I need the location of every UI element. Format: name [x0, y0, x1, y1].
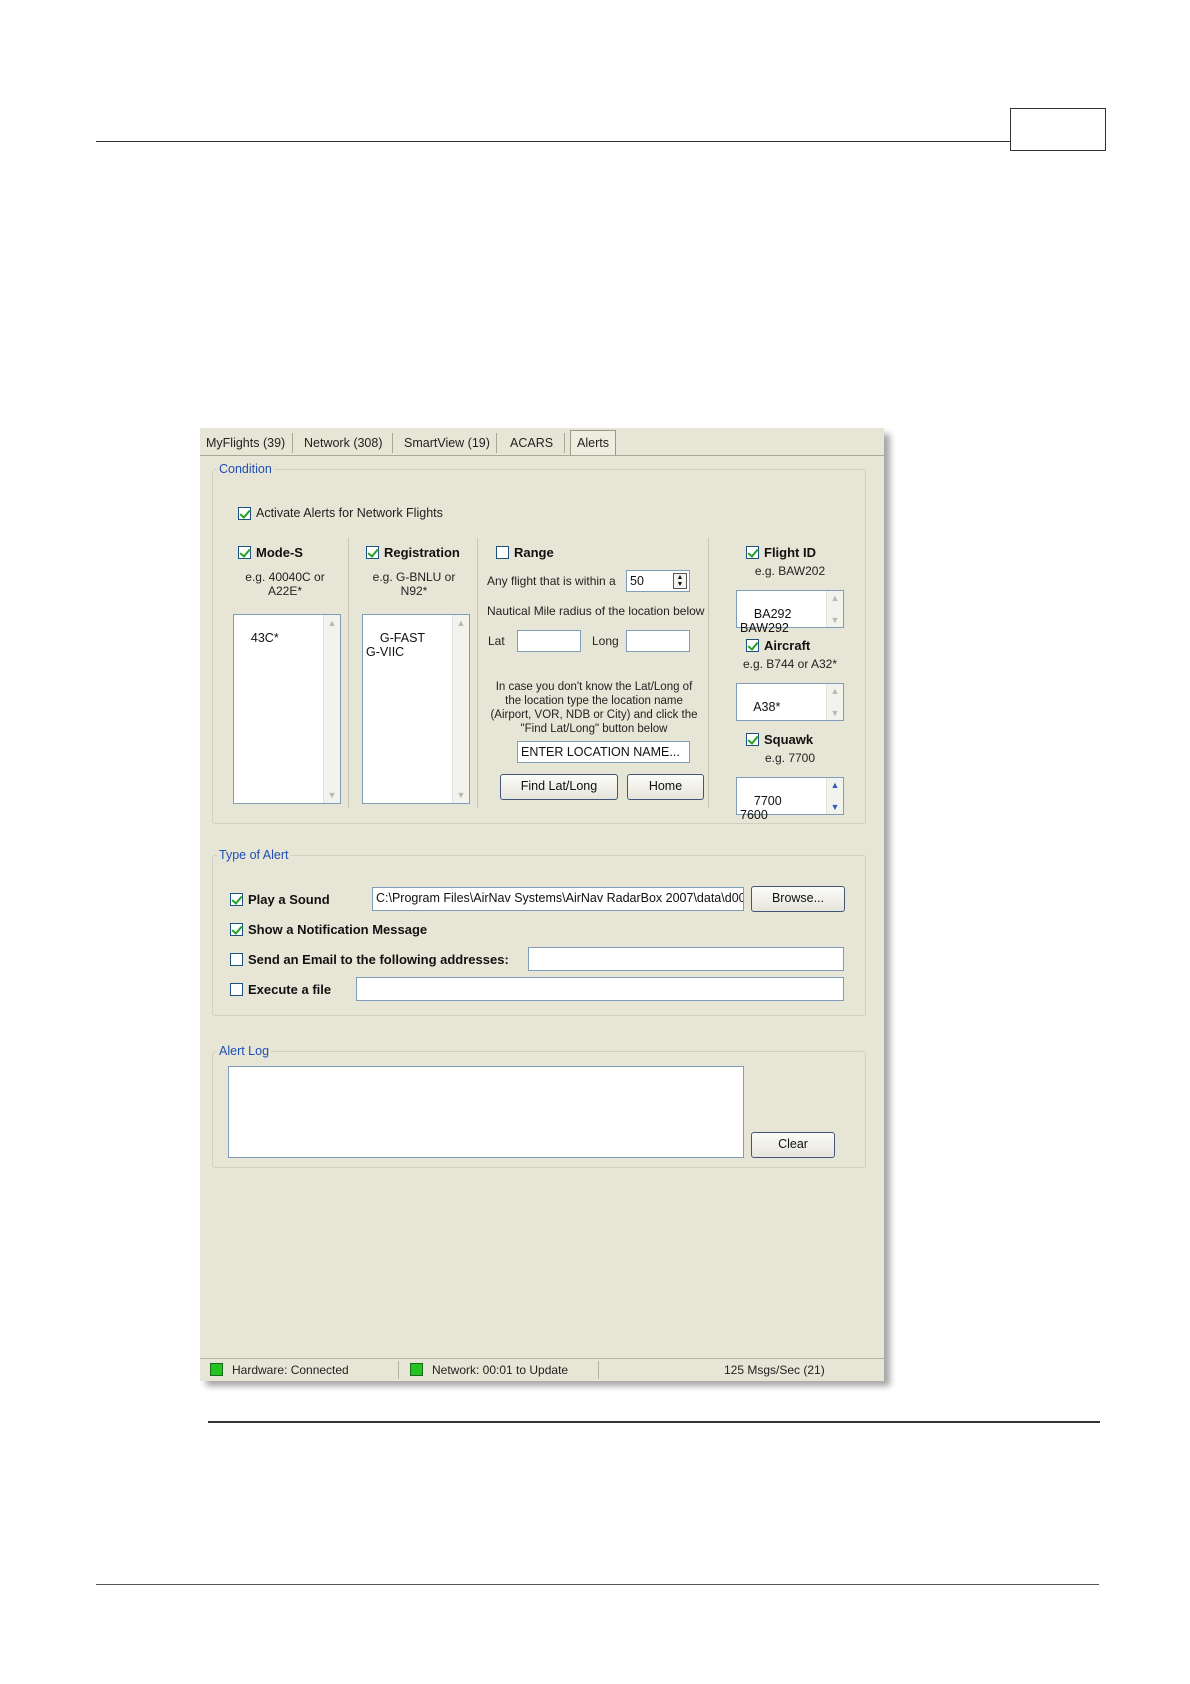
tab-myflights[interactable]: MyFlights (39) — [206, 432, 285, 454]
scroll-down-icon[interactable]: ▼ — [456, 790, 466, 800]
squawk-hint: e.g. 7700 — [764, 751, 816, 765]
play-sound-label: Play a Sound — [248, 892, 330, 907]
alert-log-textarea[interactable] — [228, 1066, 744, 1158]
range-help-text: In case you don't know the Lat/Long of t… — [490, 681, 698, 735]
mode-s-hint: e.g. 40040C or A22E* — [245, 570, 325, 598]
hardware-status: Hardware: Connected — [232, 1363, 349, 1377]
long-label: Long — [592, 634, 619, 648]
status-separator — [598, 1361, 599, 1379]
scroll-down-icon[interactable]: ▼ — [327, 790, 337, 800]
aircraft-list[interactable]: A38* ▲ ▼ — [736, 683, 844, 721]
page-number-box — [1010, 108, 1106, 151]
spinner-arrows-icon[interactable]: ▲ ▼ — [673, 573, 687, 589]
scroll-down-icon[interactable]: ▼ — [830, 615, 840, 625]
long-input[interactable] — [626, 630, 690, 652]
registration-checkbox[interactable] — [366, 546, 379, 559]
scroll-up-icon[interactable]: ▲ — [830, 593, 840, 603]
tab-separator — [292, 433, 293, 453]
header-rule — [96, 141, 1010, 142]
scroll-down-icon[interactable]: ▼ — [830, 708, 840, 718]
lat-input[interactable] — [517, 630, 581, 652]
range-label: Range — [514, 545, 554, 560]
tab-separator — [564, 433, 565, 453]
execute-file-checkbox[interactable] — [230, 983, 243, 996]
execute-file-input[interactable] — [356, 977, 844, 1001]
network-status: Network: 00:01 to Update — [432, 1363, 569, 1377]
section-rule — [208, 1421, 1100, 1423]
aircraft-hint: e.g. B744 or A32* — [742, 657, 838, 671]
aircraft-label: Aircraft — [764, 638, 811, 653]
activate-alerts-checkbox[interactable] — [238, 507, 251, 520]
column-divider — [708, 538, 709, 808]
flight-id-hint: e.g. BAW202 — [754, 564, 826, 578]
scroll-up-icon[interactable]: ▲ — [830, 686, 840, 696]
browse-button[interactable]: Browse... — [751, 886, 845, 912]
network-status-led-icon — [410, 1363, 423, 1376]
clear-log-button[interactable]: Clear — [751, 1132, 835, 1158]
send-email-checkbox[interactable] — [230, 953, 243, 966]
squawk-checkbox[interactable] — [746, 733, 759, 746]
type-of-alert-legend: Type of Alert — [219, 848, 289, 862]
footer-rule — [96, 1584, 1099, 1585]
squawk-list[interactable]: 7700 7600 ▲ ▼ — [736, 777, 844, 822]
send-email-label: Send an Email to the following addresses… — [248, 952, 509, 967]
aircraft-checkbox[interactable] — [746, 639, 759, 652]
alerts-window: MyFlights (39) Network (308) SmartView (… — [200, 428, 884, 1381]
tab-alerts[interactable]: Alerts — [570, 430, 616, 455]
range-checkbox[interactable] — [496, 546, 509, 559]
tab-separator — [496, 433, 497, 453]
status-separator — [398, 1361, 399, 1379]
mode-s-label: Mode-S — [256, 545, 303, 560]
tab-acars[interactable]: ACARS — [510, 432, 553, 454]
activate-alerts-label: Activate Alerts for Network Flights — [256, 506, 443, 520]
tab-separator — [392, 433, 393, 453]
radius-spinner[interactable]: 50 ▲ ▼ — [626, 570, 690, 592]
tab-strip: MyFlights (39) Network (308) SmartView (… — [200, 428, 884, 456]
home-button[interactable]: Home — [627, 774, 704, 800]
hardware-status-led-icon — [210, 1363, 223, 1376]
sound-file-path-input[interactable]: C:\Program Files\AirNav Systems\AirNav R… — [372, 887, 744, 911]
tab-underline — [200, 455, 884, 456]
lat-label: Lat — [488, 634, 505, 648]
scroll-down-icon[interactable]: ▼ — [830, 802, 840, 812]
execute-file-label: Execute a file — [248, 982, 332, 997]
show-notification-checkbox[interactable] — [230, 923, 243, 936]
scrollbar[interactable]: ▲ ▼ — [826, 591, 843, 627]
mode-s-checkbox[interactable] — [238, 546, 251, 559]
status-bar: Hardware: Connected Network: 00:01 to Up… — [200, 1358, 884, 1381]
scroll-up-icon[interactable]: ▲ — [327, 618, 337, 628]
find-lat-long-button[interactable]: Find Lat/Long — [500, 774, 618, 800]
play-sound-checkbox[interactable] — [230, 893, 243, 906]
condition-legend: Condition — [219, 462, 272, 476]
registration-label: Registration — [384, 545, 460, 560]
scroll-up-icon[interactable]: ▲ — [830, 780, 840, 790]
scrollbar[interactable]: ▲ ▼ — [826, 778, 843, 814]
radius-text: Nautical Mile radius of the location bel… — [487, 604, 705, 618]
registration-list[interactable]: G-FAST G-VIIC ▲ ▼ — [362, 614, 470, 804]
messages-rate: 125 Msgs/Sec (21) — [724, 1363, 825, 1377]
show-notification-label: Show a Notification Message — [248, 922, 428, 937]
location-name-input[interactable]: ENTER LOCATION NAME... — [517, 741, 690, 763]
column-divider — [348, 538, 349, 808]
range-within-text: Any flight that is within a — [487, 574, 616, 588]
registration-hint: e.g. G-BNLU or N92* — [372, 570, 456, 598]
squawk-label: Squawk — [764, 732, 814, 747]
scrollbar[interactable]: ▲ ▼ — [452, 615, 469, 803]
tab-smartview[interactable]: SmartView (19) — [404, 432, 490, 454]
column-divider — [477, 538, 478, 808]
scrollbar[interactable]: ▲ ▼ — [826, 684, 843, 720]
flight-id-list[interactable]: BA292 BAW292 ▲ ▼ — [736, 590, 844, 635]
scroll-up-icon[interactable]: ▲ — [456, 618, 466, 628]
tab-network[interactable]: Network (308) — [304, 432, 383, 454]
email-addresses-input[interactable] — [528, 947, 844, 971]
flight-id-checkbox[interactable] — [746, 546, 759, 559]
alert-log-legend: Alert Log — [219, 1044, 270, 1058]
scrollbar[interactable]: ▲ ▼ — [323, 615, 340, 803]
flight-id-label: Flight ID — [764, 545, 816, 560]
mode-s-list[interactable]: 43C* ▲ ▼ — [233, 614, 341, 804]
